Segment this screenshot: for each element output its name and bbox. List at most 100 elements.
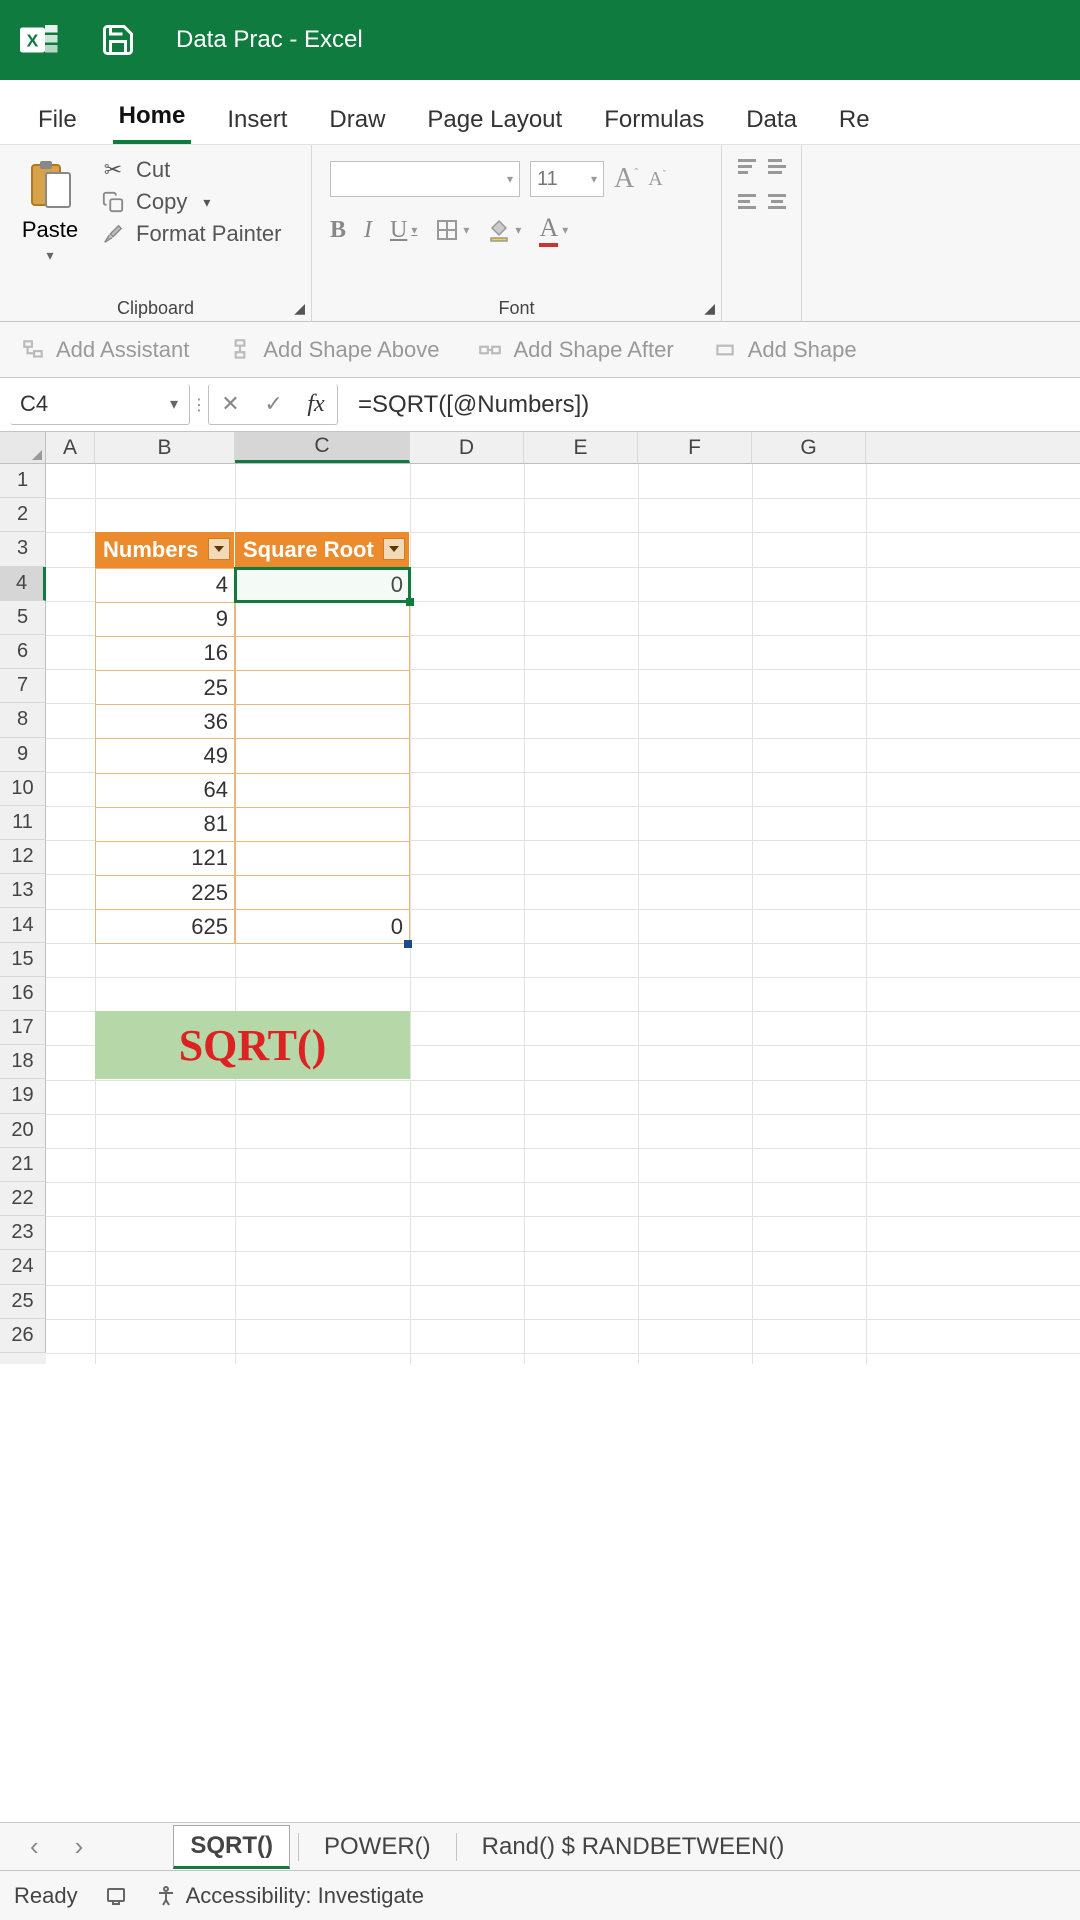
cell-square-root[interactable] (235, 842, 410, 876)
sheet-tab-rand[interactable]: Rand() $ RANDBETWEEN() (465, 1826, 802, 1868)
bold-button[interactable]: B (330, 217, 346, 244)
col-header-a[interactable]: A (46, 432, 95, 463)
row-header-6[interactable]: 6 (0, 635, 46, 669)
col-header-f[interactable]: F (638, 432, 752, 463)
cell-numbers[interactable]: 16 (95, 637, 235, 671)
copy-button[interactable]: Copy ▾ (100, 189, 282, 215)
macro-record-icon[interactable] (104, 1884, 128, 1908)
tab-file[interactable]: File (32, 100, 83, 144)
tab-data[interactable]: Data (740, 100, 803, 144)
table-header-square-root[interactable]: Square Root (235, 532, 410, 568)
table-row[interactable]: 81 (95, 808, 410, 842)
font-size-dropdown[interactable]: 11 ▾ (530, 161, 604, 197)
cell-square-root[interactable] (235, 671, 410, 705)
sheet-tab-sqrt[interactable]: SQRT() (173, 1825, 290, 1869)
col-header-d[interactable]: D (410, 432, 524, 463)
row-header-16[interactable]: 16 (0, 977, 46, 1011)
fill-handle[interactable] (406, 598, 414, 606)
row-header-5[interactable]: 5 (0, 601, 46, 635)
cell-square-root[interactable] (235, 603, 410, 637)
cell-numbers[interactable]: 49 (95, 739, 235, 773)
row-header-17[interactable]: 17 (0, 1011, 46, 1045)
enter-formula-icon[interactable]: ✓ (264, 391, 282, 417)
filter-button[interactable] (383, 538, 405, 560)
cell-square-root[interactable]: 0 (235, 910, 410, 944)
table-resize-handle[interactable] (404, 940, 412, 948)
align-middle-icon[interactable] (768, 159, 786, 174)
row-header-20[interactable]: 20 (0, 1114, 46, 1148)
align-left-icon[interactable] (738, 194, 756, 209)
col-header-e[interactable]: E (524, 432, 638, 463)
tab-review[interactable]: Re (833, 100, 876, 144)
cell-square-root[interactable] (235, 705, 410, 739)
cell-square-root[interactable] (235, 739, 410, 773)
cell-numbers[interactable]: 64 (95, 774, 235, 808)
table-row[interactable]: 225 (95, 876, 410, 910)
save-icon[interactable] (100, 22, 136, 58)
cell-numbers[interactable]: 25 (95, 671, 235, 705)
dialog-launcher-icon[interactable]: ◢ (704, 300, 715, 317)
chevron-down-icon[interactable]: ▾ (203, 194, 210, 211)
cell-numbers[interactable]: 9 (95, 603, 235, 637)
cell-numbers[interactable]: 81 (95, 808, 235, 842)
cell-numbers[interactable]: 121 (95, 842, 235, 876)
col-header-g[interactable]: G (752, 432, 866, 463)
cell-square-root[interactable] (235, 876, 410, 910)
row-header-21[interactable]: 21 (0, 1148, 46, 1182)
row-header-4[interactable]: 4 (0, 567, 46, 601)
align-top-icon[interactable] (738, 159, 756, 174)
table-row[interactable]: 121 (95, 842, 410, 876)
italic-button[interactable]: I (364, 217, 372, 244)
table-row[interactable]: 36 (95, 705, 410, 739)
tab-insert[interactable]: Insert (221, 100, 293, 144)
spreadsheet[interactable]: A B C D E F G 12345678910111213141516171… (0, 432, 1080, 1820)
row-header-3[interactable]: 3 (0, 532, 46, 566)
tab-draw[interactable]: Draw (323, 100, 391, 144)
fx-icon[interactable]: fx (307, 391, 324, 418)
table-row[interactable]: 49 (95, 739, 410, 773)
cells-area[interactable]: Numbers Square Root 4 0 916253649648112122… (46, 464, 1080, 1364)
tab-home[interactable]: Home (113, 96, 192, 144)
cell-numbers[interactable]: 625 (95, 910, 235, 944)
row-header-25[interactable]: 25 (0, 1285, 46, 1319)
row-header-7[interactable]: 7 (0, 669, 46, 703)
filter-button[interactable] (208, 538, 230, 560)
tab-page-layout[interactable]: Page Layout (421, 100, 568, 144)
row-header-2[interactable]: 2 (0, 498, 46, 532)
row-header-24[interactable]: 24 (0, 1250, 46, 1284)
name-box[interactable]: C4 ▾ (10, 384, 190, 425)
table-header-numbers[interactable]: Numbers (95, 532, 235, 568)
col-header-b[interactable]: B (95, 432, 235, 463)
col-header-c[interactable]: C (235, 432, 410, 463)
row-header-22[interactable]: 22 (0, 1182, 46, 1216)
row-header-15[interactable]: 15 (0, 943, 46, 977)
cell-square-root[interactable] (235, 774, 410, 808)
cell-numbers[interactable]: 36 (95, 705, 235, 739)
chevron-down-icon[interactable]: ▾ (159, 394, 189, 414)
row-header-19[interactable]: 19 (0, 1079, 46, 1113)
tab-nav-prev[interactable]: ‹ (16, 1831, 53, 1862)
row-header-18[interactable]: 18 (0, 1045, 46, 1079)
paste-button[interactable]: Paste ▾ (10, 153, 90, 264)
cell-numbers[interactable]: 225 (95, 876, 235, 910)
font-color-button[interactable]: A ▾ (539, 213, 568, 247)
cut-button[interactable]: ✂ Cut (100, 157, 282, 183)
decrease-font-icon[interactable]: Aˇ (648, 168, 666, 191)
accessibility-icon[interactable]: Accessibility: Investigate (154, 1883, 424, 1909)
chevron-down-icon[interactable]: ▾ (46, 247, 53, 264)
align-center-icon[interactable] (768, 194, 786, 209)
row-header-23[interactable]: 23 (0, 1216, 46, 1250)
cell-square-root[interactable] (235, 637, 410, 671)
table-row[interactable]: 9 (95, 603, 410, 637)
row-header-8[interactable]: 8 (0, 703, 46, 737)
increase-font-icon[interactable]: Aˆ (614, 163, 638, 195)
table-row[interactable]: 6250 (95, 910, 410, 944)
cell-numbers[interactable]: 4 (95, 568, 235, 602)
underline-button[interactable]: U ▾ (390, 217, 417, 244)
table-row[interactable]: 25 (95, 671, 410, 705)
row-header-11[interactable]: 11 (0, 806, 46, 840)
select-all-corner[interactable] (0, 432, 46, 463)
dialog-launcher-icon[interactable]: ◢ (294, 300, 305, 317)
sheet-tab-power[interactable]: POWER() (307, 1826, 448, 1868)
row-header-13[interactable]: 13 (0, 874, 46, 908)
